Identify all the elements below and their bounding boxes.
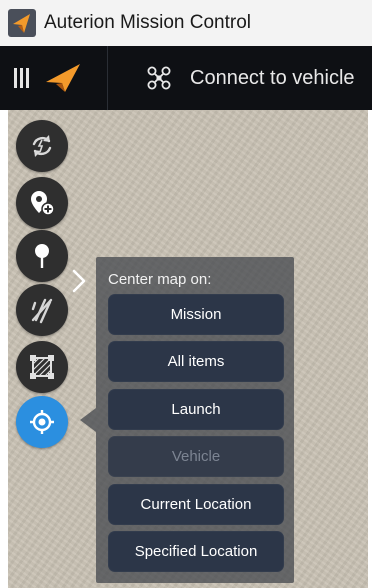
sync-icon <box>32 135 52 157</box>
center-on-vehicle-button: Vehicle <box>108 436 284 477</box>
pattern-button[interactable] <box>16 284 68 336</box>
connect-vehicle-button[interactable]: Connect to vehicle <box>146 65 355 91</box>
add-waypoint-icon <box>31 191 55 216</box>
panel-pointer <box>80 408 96 432</box>
map-edge <box>368 110 372 588</box>
center-on-mission-button[interactable]: Mission <box>108 294 284 335</box>
window-title: Auterion Mission Control <box>44 12 251 33</box>
center-on-current-location-button[interactable]: Current Location <box>108 484 284 525</box>
roi-button[interactable] <box>16 230 68 282</box>
panel-title: Center map on: <box>108 271 212 288</box>
chevron-right-icon <box>72 269 86 293</box>
add-waypoint-button[interactable] <box>16 177 68 229</box>
center-on-launch-button[interactable]: Launch <box>108 389 284 430</box>
survey-button[interactable] <box>16 341 68 393</box>
center-on-specified-location-button[interactable]: Specified Location <box>108 531 284 572</box>
auterion-logo-icon[interactable] <box>44 63 82 93</box>
center-map-panel: Center map on: Mission All items Launch … <box>96 257 294 583</box>
window-titlebar: Auterion Mission Control <box>0 0 372 46</box>
menu-area <box>0 46 108 110</box>
map-left-margin <box>0 110 8 588</box>
center-map-icon <box>30 410 54 434</box>
roi-pin-icon <box>35 244 49 268</box>
center-on-all-items-button[interactable]: All items <box>108 341 284 382</box>
drone-icon <box>147 66 171 90</box>
no-pattern-icon <box>31 298 53 324</box>
connect-vehicle-label: Connect to vehicle <box>190 66 355 89</box>
app-logo-icon <box>8 9 36 37</box>
center-map-button[interactable] <box>16 396 68 448</box>
survey-polygon-icon <box>30 355 54 379</box>
sync-button[interactable] <box>16 120 68 172</box>
main-toolbar: Connect to vehicle <box>0 46 372 110</box>
hamburger-icon[interactable] <box>14 68 30 88</box>
